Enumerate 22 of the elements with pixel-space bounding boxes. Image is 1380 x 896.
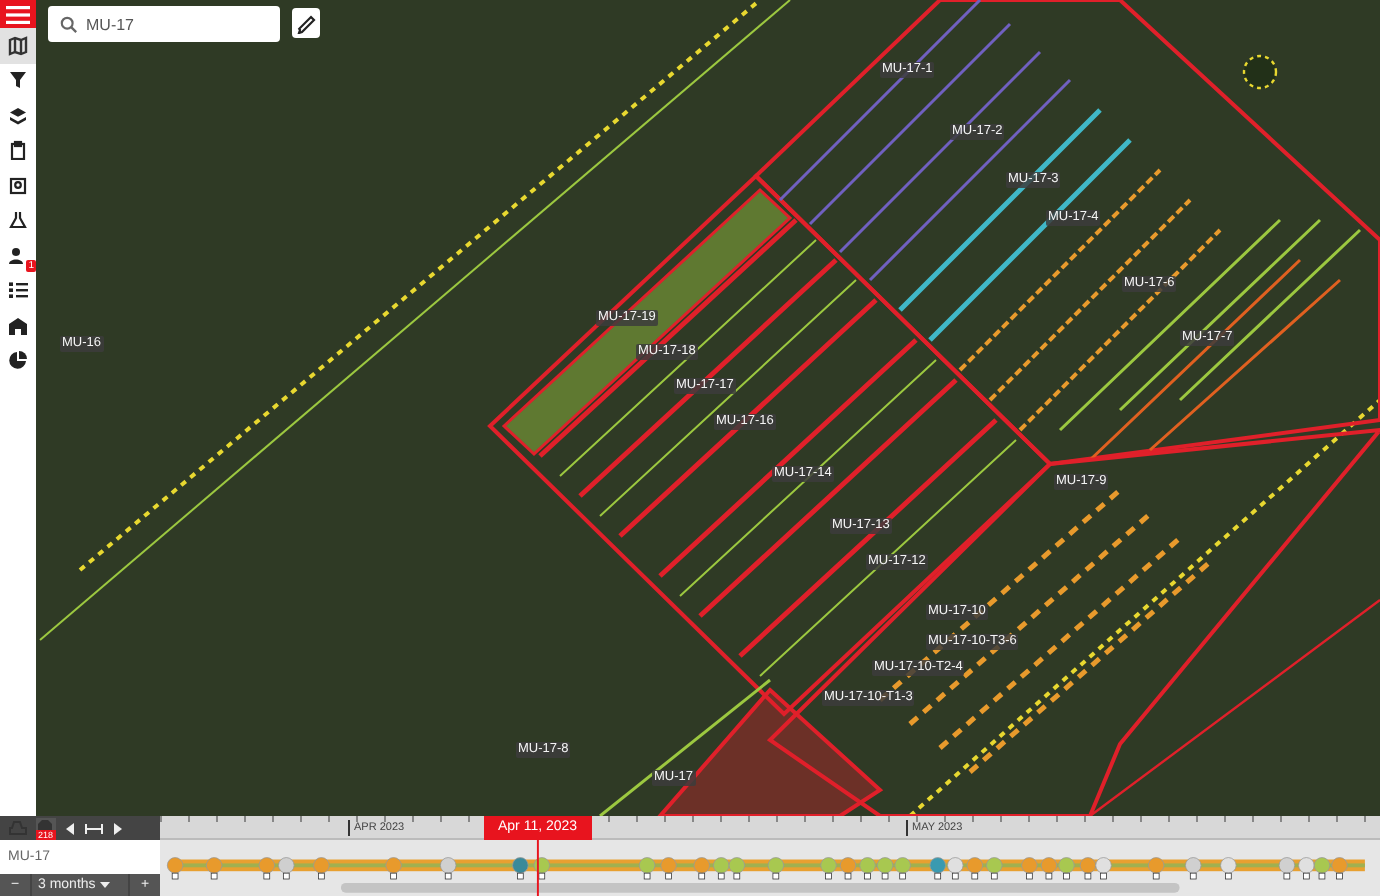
filter-icon	[8, 70, 28, 91]
search-field[interactable]: MU-17	[48, 6, 280, 42]
caret-icon	[99, 882, 110, 888]
map-icon	[8, 35, 28, 56]
pie-chart-icon	[8, 350, 28, 371]
sidebar-item[interactable]	[0, 28, 36, 63]
layers-icon	[8, 105, 28, 126]
checklist-icon	[8, 280, 28, 301]
person-icon	[8, 245, 28, 266]
image-icon	[8, 175, 28, 196]
tree-circle	[1242, 54, 1278, 90]
search-icon	[60, 16, 78, 34]
clipboard-icon	[8, 140, 28, 161]
edit-button[interactable]	[292, 8, 320, 38]
flask-icon	[8, 210, 28, 231]
menu-icon	[6, 5, 30, 23]
next-icon[interactable]	[111, 821, 124, 835]
pencil-icon	[296, 13, 316, 33]
fit-range-icon[interactable]	[83, 821, 104, 835]
barn-icon	[8, 315, 28, 336]
previous-icon[interactable]	[63, 821, 76, 835]
menu-button[interactable]	[0, 0, 36, 28]
